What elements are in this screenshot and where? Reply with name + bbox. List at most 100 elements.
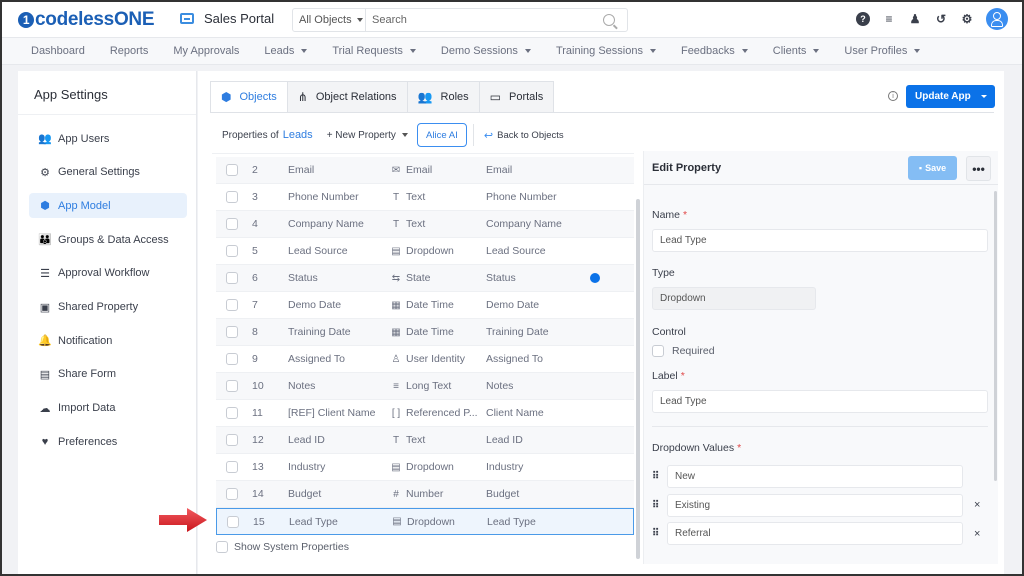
- table-scrollbar[interactable]: [636, 199, 640, 559]
- table-row[interactable]: 8 Training Date ▦ Date Time Training Date: [216, 319, 634, 346]
- object-name-link[interactable]: Leads: [283, 129, 313, 141]
- nav-item-clients[interactable]: Clients: [773, 45, 820, 57]
- database-icon[interactable]: ≡: [882, 12, 896, 26]
- row-checkbox[interactable]: [226, 353, 238, 365]
- back-to-objects-button[interactable]: ↩ Back to Objects: [484, 129, 564, 142]
- nav-item-demo-sessions[interactable]: Demo Sessions: [441, 45, 531, 57]
- update-app-button[interactable]: Update App: [906, 85, 995, 108]
- row-number: 6: [252, 272, 258, 284]
- sidebar-item-preferences[interactable]: ♥ Preferences: [29, 429, 187, 454]
- property-type: T Text: [390, 191, 486, 203]
- row-checkbox[interactable]: [226, 299, 238, 311]
- table-row[interactable]: 14 Budget # Number Budget: [216, 481, 634, 508]
- row-checkbox[interactable]: [226, 461, 238, 473]
- table-row[interactable]: 2 Email ✉ Email Email: [216, 157, 634, 184]
- nav-item-dashboard[interactable]: Dashboard: [31, 45, 85, 57]
- property-type-label: Referenced P...: [406, 407, 478, 419]
- more-options-button[interactable]: •••: [966, 156, 991, 181]
- table-row[interactable]: 13 Industry ▤ Dropdown Industry: [216, 454, 634, 481]
- table-row[interactable]: 6 Status ⇆ State Status: [216, 265, 634, 292]
- table-row[interactable]: 15 Lead Type ▤ Dropdown Lead Type: [216, 508, 634, 535]
- row-checkbox[interactable]: [226, 326, 238, 338]
- nav-item-leads[interactable]: Leads: [264, 45, 308, 57]
- dropdown-value-input[interactable]: Referral: [667, 522, 963, 545]
- remove-value-icon[interactable]: ×: [974, 499, 980, 511]
- groups-icon: 👪: [38, 234, 52, 247]
- row-checkbox[interactable]: [226, 164, 238, 176]
- table-row[interactable]: 10 Notes ≡ Long Text Notes: [216, 373, 634, 400]
- remove-value-icon[interactable]: ×: [974, 528, 980, 540]
- tab-object-relations[interactable]: ⋔ Object Relations: [287, 81, 408, 113]
- table-row[interactable]: 3 Phone Number T Text Phone Number: [216, 184, 634, 211]
- dropdown-value-input[interactable]: Existing: [667, 493, 963, 517]
- table-row[interactable]: 9 Assigned To ♙ User Identity Assigned To: [216, 346, 634, 373]
- property-name: Demo Date: [288, 299, 342, 311]
- table-row[interactable]: 11 [REF] Client Name [ ] Referenced P... Cli…: [216, 400, 634, 427]
- sidebar-item-app-users[interactable]: 👥 App Users: [29, 126, 187, 151]
- nav-item-trial-requests[interactable]: Trial Requests: [332, 45, 416, 57]
- nav-item-my-approvals[interactable]: My Approvals: [173, 45, 239, 57]
- history-icon[interactable]: ↺: [934, 12, 948, 26]
- drag-handle-icon[interactable]: ⠿: [652, 500, 660, 511]
- new-property-button[interactable]: + New Property: [327, 130, 408, 141]
- alice-ai-button[interactable]: Alice AI: [416, 123, 467, 147]
- gear-icon[interactable]: ⚙: [960, 12, 974, 26]
- row-checkbox[interactable]: [226, 191, 238, 203]
- sidebar-item-notification[interactable]: 🔔 Notification: [29, 328, 187, 353]
- roles-icon: 👥: [417, 90, 433, 104]
- property-type: ▦ Date Time: [390, 299, 486, 311]
- checkbox[interactable]: [652, 345, 664, 357]
- sidebar-item-share-form[interactable]: ▤ Share Form: [29, 362, 187, 387]
- row-checkbox[interactable]: [226, 407, 238, 419]
- row-checkbox[interactable]: [226, 245, 238, 257]
- drag-handle-icon[interactable]: ⠿: [652, 528, 660, 539]
- table-row[interactable]: 5 Lead Source ▤ Dropdown Lead Source: [216, 238, 634, 265]
- row-checkbox[interactable]: [226, 380, 238, 392]
- info-icon[interactable]: i: [888, 91, 898, 101]
- search-icon[interactable]: [603, 14, 615, 26]
- sidebar-item-label: App Model: [58, 199, 111, 212]
- caret-down-icon[interactable]: [981, 95, 987, 98]
- row-checkbox[interactable]: [227, 515, 239, 528]
- search-input[interactable]: Search: [366, 14, 603, 26]
- help-icon[interactable]: ?: [856, 12, 870, 26]
- dropdown-value-input[interactable]: New: [667, 465, 963, 488]
- cube-icon: ⬢: [221, 90, 232, 104]
- portal-switcher[interactable]: Sales Portal: [180, 11, 274, 26]
- table-row[interactable]: 12 Lead ID T Text Lead ID: [216, 427, 634, 454]
- row-checkbox[interactable]: [226, 488, 238, 500]
- sidebar-item-app-model[interactable]: ⬢ App Model: [29, 193, 187, 219]
- sidebar-item-groups-data-access[interactable]: 👪 Groups & Data Access: [29, 227, 187, 252]
- required-checkbox[interactable]: Required: [652, 345, 715, 357]
- sidebar-item-import-data[interactable]: ☁ Import Data: [29, 396, 187, 421]
- row-checkbox[interactable]: [226, 272, 238, 284]
- row-checkbox[interactable]: [226, 434, 238, 446]
- table-row[interactable]: 4 Company Name T Text Company Name: [216, 211, 634, 238]
- property-type: ✉ Email: [390, 164, 486, 176]
- tab-roles[interactable]: 👥 Roles: [407, 81, 480, 113]
- name-input[interactable]: Lead Type: [652, 229, 988, 252]
- label-input[interactable]: Lead Type: [652, 390, 988, 413]
- nav-item-feedbacks[interactable]: Feedbacks: [681, 45, 748, 57]
- nav-item-training-sessions[interactable]: Training Sessions: [556, 45, 656, 57]
- save-button[interactable]: ▪ Save: [908, 156, 957, 180]
- panel-scrollbar[interactable]: [994, 191, 997, 481]
- table-row[interactable]: 7 Demo Date ▦ Date Time Demo Date: [216, 292, 634, 319]
- nav-item-user-profiles[interactable]: User Profiles: [844, 45, 921, 57]
- row-checkbox[interactable]: [226, 218, 238, 230]
- tab-objects[interactable]: ⬢ Objects: [210, 81, 288, 113]
- drag-handle-icon[interactable]: ⠿: [652, 471, 660, 482]
- user-avatar[interactable]: [986, 8, 1008, 30]
- search-scope-select[interactable]: All Objects: [293, 9, 366, 31]
- checkbox[interactable]: [216, 541, 228, 553]
- sidebar-item-general-settings[interactable]: ⚙ General Settings: [29, 160, 187, 185]
- tab-portals[interactable]: ▭ Portals: [479, 81, 555, 113]
- sidebar-item-shared-property[interactable]: ▣ Shared Property: [29, 295, 187, 320]
- show-system-properties-checkbox[interactable]: Show System Properties: [216, 541, 349, 553]
- nav-item-reports[interactable]: Reports: [110, 45, 149, 57]
- property-type-label: Dropdown: [406, 245, 454, 257]
- row-number: 2: [252, 164, 258, 176]
- logo[interactable]: 1 codeless ONE: [18, 9, 155, 31]
- add-user-icon[interactable]: ♟: [908, 12, 922, 26]
- sidebar-item-approval-workflow[interactable]: ☰ Approval Workflow: [29, 261, 187, 286]
